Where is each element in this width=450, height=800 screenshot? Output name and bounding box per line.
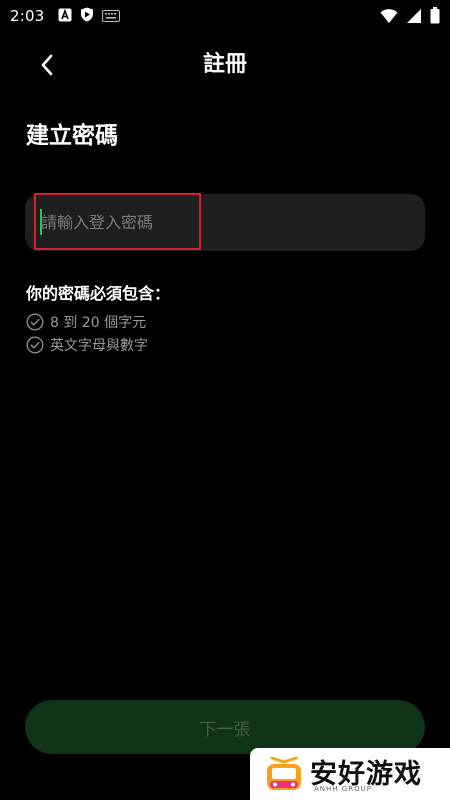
status-bar: 2:03 — [0, 0, 450, 32]
shield-icon — [80, 7, 94, 26]
wifi-icon — [380, 8, 398, 28]
check-circle-icon — [26, 335, 44, 354]
a-icon — [58, 7, 72, 26]
page-title: 註冊 — [202, 52, 247, 77]
signal-icon — [406, 8, 422, 28]
next-button[interactable]: 下一張 — [25, 700, 425, 754]
watermark: 安好游戏 ANHH GROUP — [250, 748, 450, 800]
password-input[interactable] — [41, 194, 401, 251]
watermark-subtext: ANHH GROUP — [314, 785, 372, 793]
text-caret — [40, 209, 42, 235]
requirement-item: 8 到 20 個字元 — [26, 310, 148, 333]
section-title: 建立密碼 — [26, 123, 118, 149]
check-circle-icon — [26, 312, 44, 331]
requirements-title: 你的密碼必須包含： — [26, 284, 171, 303]
chevron-left-icon — [41, 54, 53, 76]
keyboard-icon — [102, 7, 121, 26]
requirement-text: 8 到 20 個字元 — [50, 314, 147, 331]
next-button-label: 下一張 — [199, 719, 251, 740]
requirements-list: 8 到 20 個字元 英文字母與數字 — [26, 310, 148, 356]
battery-icon — [430, 7, 440, 28]
back-button[interactable] — [30, 48, 64, 82]
requirement-text: 英文字母與數字 — [50, 337, 148, 354]
game-console-logo-icon — [267, 756, 301, 790]
requirement-item: 英文字母與數字 — [26, 333, 148, 356]
status-time: 2:03 — [10, 7, 45, 25]
password-field[interactable] — [25, 194, 425, 251]
